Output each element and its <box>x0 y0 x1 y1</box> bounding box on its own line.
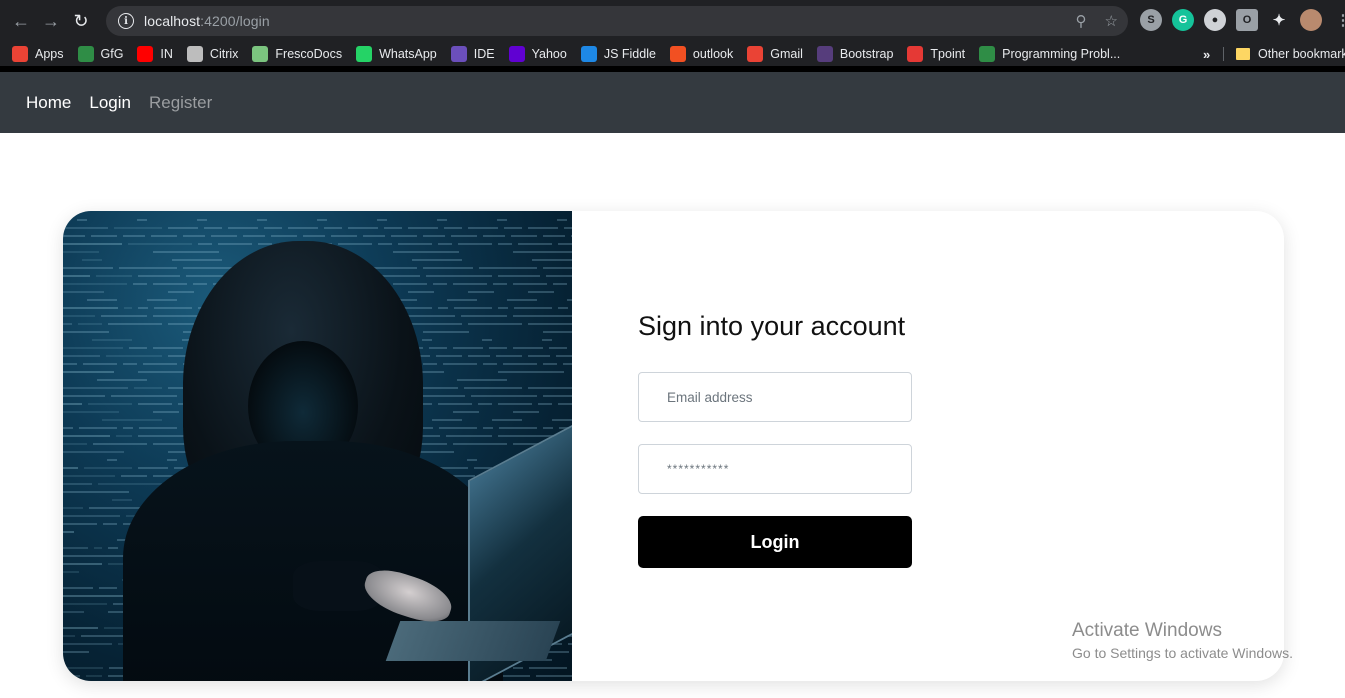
url-path: :4200/login <box>200 13 270 29</box>
bookmark-label: WhatsApp <box>379 47 437 61</box>
url-host: localhost <box>144 13 201 29</box>
bookmark-label: Citrix <box>209 47 239 61</box>
profile-avatar[interactable] <box>1300 9 1322 31</box>
whatsapp-icon <box>356 46 373 62</box>
citrix-icon <box>186 46 203 62</box>
app-navbar: Home Login Register <box>0 72 1345 133</box>
bookmark-item[interactable]: Bootstrap <box>816 42 894 66</box>
bookmark-item[interactable]: JS Fiddle <box>580 42 656 66</box>
bookmark-label: IDE <box>473 47 495 61</box>
login-card: Sign into your account Email address ***… <box>63 211 1284 681</box>
skype-extension-icon[interactable]: S <box>1140 9 1162 31</box>
record-extension-icon[interactable]: ● <box>1204 9 1226 31</box>
puzzle-extensions-icon[interactable]: ✦ <box>1268 9 1290 31</box>
forward-arrow-icon[interactable]: → <box>36 6 66 36</box>
watermark-subtitle: Go to Settings to activate Windows. <box>1072 645 1293 661</box>
yahoo-icon <box>508 46 525 62</box>
password-field[interactable]: *********** <box>638 444 912 494</box>
bookmark-label: Yahoo <box>531 47 567 61</box>
back-arrow-icon[interactable]: ← <box>6 6 36 36</box>
bookmarks-divider <box>1223 47 1224 61</box>
bookmarks-overflow-button[interactable]: » <box>1203 42 1210 66</box>
bookmark-label: JS Fiddle <box>603 47 656 61</box>
menu-kebab-icon[interactable]: ⋮ <box>1332 9 1345 31</box>
windows-activation-watermark: Activate Windows Go to Settings to activ… <box>1072 620 1293 661</box>
bookmark-item[interactable]: outlook <box>669 42 734 66</box>
login-button[interactable]: Login <box>638 516 912 568</box>
grammarly-extension-icon[interactable]: G <box>1172 9 1194 31</box>
bookmark-label: FrescoDocs <box>275 47 343 61</box>
gmail-icon <box>747 46 764 62</box>
login-form: Sign into your account Email address ***… <box>638 311 912 568</box>
bookmark-label: GfG <box>100 47 124 61</box>
gfg-icon <box>77 46 94 62</box>
bookmark-item[interactable]: IDE <box>450 42 495 66</box>
bookmark-item[interactable]: Tpoint <box>907 42 965 66</box>
reload-icon[interactable]: ↻ <box>66 6 96 36</box>
browser-toolbar: ← → ↻ i localhost:4200/login ⚲ ☆ S G ● O… <box>0 0 1345 42</box>
url-text[interactable]: localhost:4200/login <box>144 13 270 29</box>
bookmark-label: IN <box>160 47 173 61</box>
nav-login-link[interactable]: Login <box>89 93 131 113</box>
bookmark-item[interactable]: Apps <box>12 42 64 66</box>
hacker-hero-image <box>63 211 572 681</box>
watermark-title: Activate Windows <box>1072 620 1222 641</box>
star-bookmark-icon[interactable]: ☆ <box>1105 12 1118 30</box>
bookmark-item[interactable]: Yahoo <box>508 42 567 66</box>
email-field[interactable]: Email address <box>638 372 912 422</box>
bookmark-label: Gmail <box>770 47 803 61</box>
zoom-icon[interactable]: ⚲ <box>1076 12 1087 30</box>
bookmark-item[interactable]: IN <box>137 42 173 66</box>
office-extension-icon[interactable]: O <box>1236 9 1258 31</box>
ide-icon <box>450 46 467 62</box>
bookmark-item[interactable]: Gmail <box>747 42 803 66</box>
apps-grid-icon <box>12 46 28 62</box>
bookmarks-bar: Apps GfG IN Citrix FrescoDocs WhatsApp IDE Yaho… <box>0 42 1345 66</box>
bookmark-label: outlook <box>692 47 734 61</box>
frescodocs-icon <box>252 46 269 62</box>
nav-home-link[interactable]: Home <box>26 93 71 113</box>
address-bar[interactable]: i localhost:4200/login ⚲ ☆ <box>106 6 1128 36</box>
bookmark-label: Apps <box>35 47 64 61</box>
bookmark-label: Programming Probl... <box>1002 47 1121 61</box>
bookmark-label: Bootstrap <box>839 47 894 61</box>
jsfiddle-icon <box>580 46 597 62</box>
site-info-icon[interactable]: i <box>118 13 134 29</box>
other-bookmarks-folder[interactable]: Other bookmarks <box>1236 42 1345 66</box>
youtube-icon <box>137 46 154 62</box>
bookmark-item[interactable]: GfG <box>77 42 124 66</box>
bookmark-item[interactable]: WhatsApp <box>356 42 437 66</box>
folder-icon <box>1236 48 1250 60</box>
microsoft-icon <box>669 46 686 62</box>
bookmark-item[interactable]: Citrix <box>186 42 239 66</box>
bookmark-label: Tpoint <box>930 47 966 61</box>
other-bookmarks-label: Other bookmarks <box>1258 47 1345 61</box>
bookmark-item[interactable]: FrescoDocs <box>252 42 342 66</box>
bootstrap-icon <box>816 46 833 62</box>
nav-register-link[interactable]: Register <box>149 93 212 113</box>
form-title: Sign into your account <box>638 311 906 341</box>
bookmark-item[interactable]: Programming Probl... <box>979 42 1120 66</box>
gfg-icon <box>979 46 996 62</box>
tpoint-icon <box>907 46 924 62</box>
